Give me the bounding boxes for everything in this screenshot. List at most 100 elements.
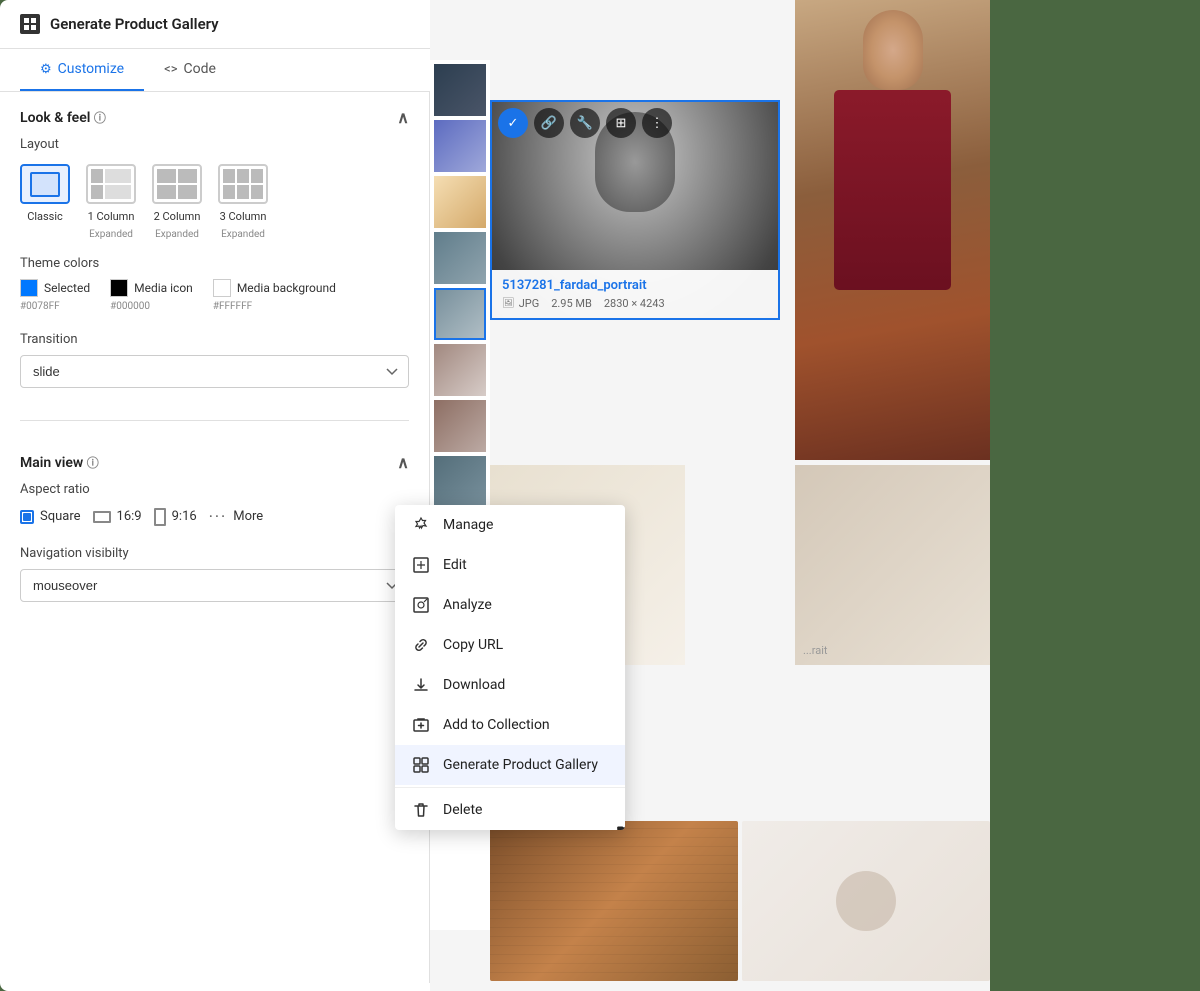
- gallery-icon: [411, 756, 431, 774]
- layout-name-3col: 3 Column: [220, 210, 267, 223]
- color-swatch-row-icon: Media icon: [110, 279, 193, 297]
- portrait-image: [795, 0, 990, 460]
- transition-label: Transition: [20, 332, 409, 347]
- look-feel-title: Look & feel ⓘ: [20, 109, 106, 126]
- thumbnail-5[interactable]: [434, 288, 486, 340]
- aspect-option-16-9[interactable]: 16:9: [93, 507, 142, 526]
- bottom-img-1: [490, 821, 738, 981]
- layout-sub-classic: [44, 229, 46, 240]
- thumbnail-7[interactable]: [434, 400, 486, 452]
- look-feel-collapse-icon[interactable]: ∧: [397, 108, 409, 127]
- menu-separator: [395, 787, 625, 788]
- main-view-info-icon[interactable]: ⓘ: [87, 456, 99, 470]
- transition-select[interactable]: slide fade none: [20, 355, 409, 388]
- main-image-container: ✓ 🔗 🔧 ⊞ ⋮ 5137281_fardad_portrait 🖼 JPG: [490, 0, 990, 991]
- aspect-option-9-16[interactable]: 9:16: [154, 507, 197, 526]
- preview-area: ✓ 🔗 🔧 ⊞ ⋮ 5137281_fardad_portrait 🖼 JPG: [430, 0, 990, 991]
- color-name-selected: Selected: [44, 281, 90, 295]
- menu-item-copy-url[interactable]: Copy URL: [395, 625, 625, 665]
- toolbar-check-btn[interactable]: ✓: [498, 108, 528, 138]
- nav-visibility-label: Navigation visibilty: [20, 546, 409, 561]
- layout-option-3col[interactable]: 3 Column Expanded: [218, 164, 268, 240]
- thumbnail-8[interactable]: [434, 456, 486, 508]
- color-hex-bg: #FFFFFF: [213, 301, 252, 312]
- aspect-rect-16-9: [93, 511, 111, 523]
- customize-icon: ⚙: [40, 62, 52, 77]
- toolbar-more-btn[interactable]: ⋮: [642, 108, 672, 138]
- bg-green: [990, 0, 1200, 991]
- color-hex-selected: #0078FF: [20, 301, 60, 312]
- menu-label-add-collection: Add to Collection: [443, 717, 550, 733]
- featured-image: ✓ 🔗 🔧 ⊞ ⋮ 5137281_fardad_portrait 🖼 JPG: [490, 100, 780, 320]
- layout-options: Classic 1: [20, 164, 409, 240]
- thumbnail-2[interactable]: [434, 120, 486, 172]
- theme-colors: Selected #0078FF Media icon #000000 Medi…: [20, 279, 409, 312]
- aspect-label-9-16: 9:16: [172, 509, 197, 524]
- menu-item-analyze[interactable]: Analyze: [395, 585, 625, 625]
- layout-name-classic: Classic: [27, 210, 63, 223]
- layout-icon-2col: [152, 164, 202, 204]
- color-swatch-selected[interactable]: [20, 279, 38, 297]
- thumbnail-4[interactable]: [434, 232, 486, 284]
- theme-colors-label: Theme colors: [20, 256, 409, 271]
- menu-item-edit[interactable]: Edit: [395, 545, 625, 585]
- layout-icon-3col: [218, 164, 268, 204]
- code-icon: <>: [164, 62, 177, 77]
- menu-item-download[interactable]: Download: [395, 665, 625, 705]
- main-view-section-header: Main view ⓘ ∧: [20, 437, 409, 482]
- aspect-option-square[interactable]: Square: [20, 507, 81, 526]
- top-row: ✓ 🔗 🔧 ⊞ ⋮ 5137281_fardad_portrait 🖼 JPG: [490, 0, 990, 460]
- toolbar-wrench-btn[interactable]: 🔧: [570, 108, 600, 138]
- download-icon: [411, 676, 431, 694]
- image-type: 🖼 JPG: [502, 297, 539, 310]
- aspect-label-more: More: [233, 509, 263, 524]
- menu-label-edit: Edit: [443, 557, 467, 573]
- layout-label: Layout: [20, 137, 409, 152]
- trash-icon: [411, 801, 431, 819]
- color-swatch-row-selected: Selected: [20, 279, 90, 297]
- layout-name-1col: 1 Column: [88, 210, 135, 223]
- layout-name-2col: 2 Column: [154, 210, 201, 223]
- aspect-label-16-9: 16:9: [117, 509, 142, 524]
- menu-label-generate-gallery: Generate Product Gallery: [443, 757, 598, 773]
- thumbnail-6[interactable]: [434, 344, 486, 396]
- color-item-selected: Selected #0078FF: [20, 279, 90, 312]
- manage-icon: [411, 516, 431, 534]
- sidebar-content: Look & feel ⓘ ∧ Layout Classic: [0, 92, 430, 983]
- bottom-img-2: [742, 821, 990, 981]
- menu-item-add-collection[interactable]: Add to Collection: [395, 705, 625, 745]
- layout-option-classic[interactable]: Classic: [20, 164, 70, 240]
- menu-label-copy-url: Copy URL: [443, 637, 503, 653]
- section-divider: [20, 420, 409, 421]
- panel-header-icon: [20, 14, 40, 34]
- menu-item-delete[interactable]: Delete ☛: [395, 790, 625, 830]
- toolbar-resize-btn[interactable]: ⊞: [606, 108, 636, 138]
- middle-right-img: ...rait: [795, 465, 990, 665]
- color-swatch-icon[interactable]: [110, 279, 128, 297]
- tab-customize[interactable]: ⚙ Customize: [20, 49, 144, 91]
- layout-option-1col[interactable]: 1 Column Expanded: [86, 164, 136, 240]
- aspect-option-more[interactable]: ··· More: [209, 507, 264, 526]
- layout-sub-3col: Expanded: [221, 229, 265, 240]
- look-feel-info-icon[interactable]: ⓘ: [94, 111, 106, 125]
- aspect-tall-9-16: [154, 508, 166, 526]
- aspect-ratio-label: Aspect ratio: [20, 482, 409, 497]
- toolbar-link-btn[interactable]: 🔗: [534, 108, 564, 138]
- image-toolbar: ✓ 🔗 🔧 ⊞ ⋮: [498, 108, 772, 138]
- menu-item-generate-gallery[interactable]: Generate Product Gallery: [395, 745, 625, 785]
- nav-visibility-select[interactable]: mouseover always never: [20, 569, 409, 602]
- layout-option-2col[interactable]: 2 Column Expanded: [152, 164, 202, 240]
- color-hex-icon: #000000: [110, 301, 150, 312]
- menu-item-manage[interactable]: Manage: [395, 505, 625, 545]
- aspect-label-square: Square: [40, 509, 81, 524]
- aspect-checkbox-square[interactable]: [20, 510, 34, 524]
- color-swatch-bg[interactable]: [213, 279, 231, 297]
- thumbnail-1[interactable]: [434, 64, 486, 116]
- main-view-collapse-icon[interactable]: ∧: [397, 453, 409, 472]
- menu-label-delete: Delete: [443, 802, 482, 818]
- main-view-title: Main view ⓘ: [20, 454, 99, 471]
- thumbnail-3[interactable]: [434, 176, 486, 228]
- tab-code[interactable]: <> Code: [144, 49, 236, 91]
- image-dimensions: 2830 × 4243: [604, 297, 665, 310]
- bottom-row: [490, 821, 990, 981]
